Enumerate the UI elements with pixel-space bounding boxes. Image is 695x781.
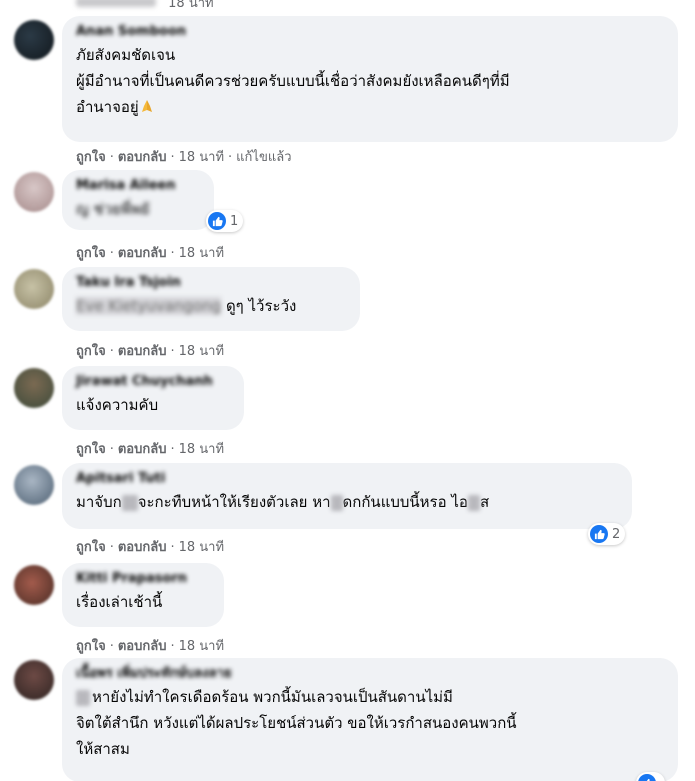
- reply-link[interactable]: ตอบกลับ: [118, 344, 167, 359]
- comment-author[interactable]: Kitti Prapasorn: [76, 569, 210, 589]
- timestamp[interactable]: 18 นาที: [179, 246, 224, 261]
- like-link[interactable]: ถูกใจ: [76, 639, 106, 654]
- comment-line: ผู้มีอำนาจที่เป็นคนดีควรช่วยครับแบบนี้เช…: [76, 72, 510, 90]
- comment-author[interactable]: Apitsari Tuti: [76, 469, 618, 489]
- reply-link[interactable]: ตอบกลับ: [118, 150, 167, 165]
- comment-line: จิตใต้สำนึก หวังแต่ได้ผลประโยชน์ส่วนตัว …: [76, 714, 517, 732]
- reaction-count[interactable]: 2: [588, 523, 626, 545]
- comment-actions: ถูกใจ · ตอบกลับ · 18 นาที: [76, 246, 225, 261]
- comment-author[interactable]: Anan Somboon: [76, 22, 664, 42]
- censored-block: [121, 494, 138, 511]
- comment-bubble: Anan Somboon ภัยสังคมชัดเจน ผู้มีอำนาจที…: [62, 16, 678, 142]
- comment-line: ภัยสังคมชัดเจน: [76, 46, 176, 64]
- comment-line: แจ้งความคับ: [76, 396, 159, 414]
- reply-link[interactable]: ตอบกลับ: [118, 639, 167, 654]
- previous-comment-remnant: 18 นาที: [76, 0, 214, 13]
- timestamp[interactable]: 18 นาที: [179, 540, 224, 555]
- like-link[interactable]: ถูกใจ: [76, 540, 106, 555]
- praying-hands-icon: [141, 100, 152, 112]
- censored-block: [330, 494, 343, 511]
- mention-link[interactable]: Eve Kietyuvangong: [76, 297, 222, 315]
- comment-author[interactable]: Taku Ira Tsjoin: [76, 273, 346, 293]
- avatar[interactable]: [14, 660, 54, 700]
- avatar[interactable]: [14, 368, 54, 408]
- like-reaction-icon: [208, 212, 226, 230]
- censored-block: [76, 689, 90, 706]
- timestamp[interactable]: 18 นาที: [179, 639, 224, 654]
- comment-author[interactable]: Marisa Aileen: [76, 176, 200, 196]
- avatar[interactable]: [14, 465, 54, 505]
- comment-actions: ถูกใจ · ตอบกลับ · 18 นาที: [76, 442, 225, 457]
- comment-actions: ถูกใจ · ตอบกลับ · 18 นาที: [76, 540, 225, 555]
- comment-actions: ถูกใจ · ตอบกลับ · 18 นาที: [76, 639, 225, 654]
- comment-bubble: Jirawat Chuychanh แจ้งความคับ: [62, 366, 244, 430]
- like-link[interactable]: ถูกใจ: [76, 150, 106, 165]
- comment-bubble: เนื้อพร เพิ่มประทักษ์บลงลาย หายังไม่ทำใค…: [62, 658, 678, 781]
- comment-bubble: Taku Ira Tsjoin Eve Kietyuvangong ดูๆ ไว…: [62, 267, 360, 331]
- comment-line: ญ ช่วยพี่พยั: [76, 200, 150, 218]
- comment-author[interactable]: เนื้อพร เพิ่มประทักษ์บลงลาย: [76, 664, 664, 684]
- comment-line: หายังไม่ทำใครเดือดร้อน พวกนี้มันเลวจนเป็…: [76, 684, 664, 710]
- like-link[interactable]: ถูกใจ: [76, 344, 106, 359]
- reaction-count[interactable]: [636, 772, 665, 781]
- edited-label: แก้ไขแล้ว: [236, 150, 292, 165]
- comment-line: อำนาจอยู่: [76, 94, 664, 120]
- comment-author[interactable]: Jirawat Chuychanh: [76, 372, 230, 392]
- like-link[interactable]: ถูกใจ: [76, 442, 106, 457]
- like-link[interactable]: ถูกใจ: [76, 246, 106, 261]
- reply-link[interactable]: ตอบกลับ: [118, 246, 167, 261]
- comment-line: Eve Kietyuvangong ดูๆ ไว้ระวัง: [76, 297, 297, 315]
- reply-link[interactable]: ตอบกลับ: [118, 540, 167, 555]
- comment-actions: ถูกใจ · ตอบกลับ · 18 นาที: [76, 344, 225, 359]
- timestamp[interactable]: 18 นาที: [179, 344, 224, 359]
- reaction-count[interactable]: 1: [206, 210, 244, 232]
- comment-actions: ถูกใจ · ตอบกลับ · 18 นาที · แก้ไขแล้ว: [76, 150, 292, 165]
- reply-link[interactable]: ตอบกลับ: [118, 442, 167, 457]
- comment-line: เรื่องเล่าเช้านี้: [76, 593, 163, 611]
- avatar[interactable]: [14, 20, 54, 60]
- avatar[interactable]: [14, 269, 54, 309]
- avatar[interactable]: [14, 565, 54, 605]
- comment-bubble: Apitsari Tuti มาจับก จะกะทืบหน้าให้เรียงต…: [62, 463, 632, 529]
- comment-bubble: Marisa Aileen ญ ช่วยพี่พยั: [62, 170, 214, 230]
- comment-bubble: Kitti Prapasorn เรื่องเล่าเช้านี้: [62, 563, 224, 627]
- like-reaction-icon: [638, 774, 656, 781]
- timestamp[interactable]: 18 นาที: [179, 150, 224, 165]
- comment-line: ให้สาสม: [76, 740, 130, 758]
- comment-line: มาจับก จะกะทืบหน้าให้เรียงตัวเลย หา ดกกันแ…: [76, 493, 490, 511]
- timestamp[interactable]: 18 นาที: [179, 442, 224, 457]
- avatar[interactable]: [14, 172, 54, 212]
- censored-block: [467, 494, 480, 511]
- like-reaction-icon: [590, 525, 608, 543]
